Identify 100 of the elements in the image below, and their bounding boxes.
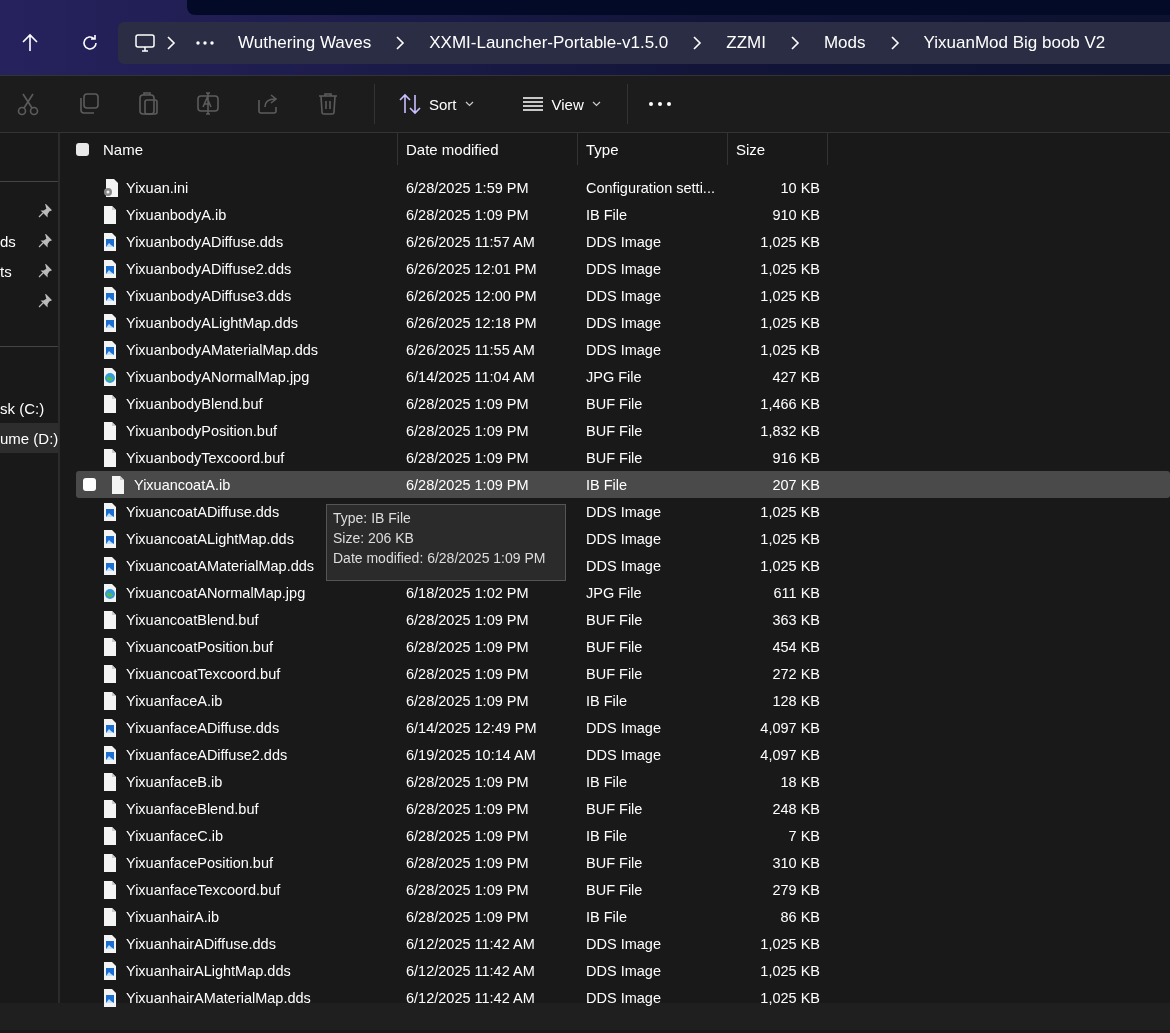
sidebar-item[interactable]: ds	[0, 226, 58, 256]
file-type: Configuration setti...	[586, 179, 715, 196]
row-checkbox[interactable]	[83, 478, 96, 491]
sidebar-item[interactable]: ts	[0, 256, 58, 286]
tooltip-line: Type: IB File	[333, 509, 412, 528]
file-name[interactable]: YixuanfaceTexcoord.buf	[126, 881, 281, 898]
file-size: 916 KB	[772, 449, 820, 466]
trash-icon	[316, 91, 340, 117]
file-name[interactable]: YixuanhairADiffuse.dds	[126, 935, 276, 952]
file-type: BUF File	[586, 665, 643, 682]
image-file-icon	[102, 960, 118, 981]
modified-date: 6/28/2025 1:09 PM	[406, 773, 529, 790]
file-size: 18 KB	[780, 773, 820, 790]
column-header[interactable]: Date modified	[406, 140, 499, 158]
file-name[interactable]: YixuanbodyANormalMap.jpg	[126, 368, 310, 385]
column-header[interactable]: Size	[736, 140, 766, 158]
sort-button[interactable]: Sort	[391, 87, 482, 121]
file-name[interactable]: YixuanfaceB.ib	[126, 773, 223, 790]
sidebar-item[interactable]: ume (D:)	[0, 423, 58, 453]
file-icon	[102, 825, 118, 846]
image-file-icon	[102, 285, 118, 306]
file-name[interactable]: YixuanbodyAMaterialMap.dds	[126, 341, 319, 358]
select-all-checkbox[interactable]	[76, 142, 89, 156]
file-type: IB File	[586, 692, 628, 709]
file-name[interactable]: YixuancoatPosition.buf	[126, 638, 273, 655]
up-button[interactable]	[20, 33, 40, 53]
file-type: DDS Image	[586, 233, 661, 250]
file-name[interactable]: YixuanfaceADiffuse2.dds	[126, 746, 288, 763]
file-size: 1,025 KB	[760, 503, 820, 520]
file-size: 1,025 KB	[760, 341, 820, 358]
image-file-icon	[102, 987, 118, 1008]
file-name[interactable]: Yixuan.ini	[126, 179, 189, 196]
more-icon[interactable]	[196, 41, 214, 45]
file-name[interactable]: YixuanbodyPosition.buf	[126, 422, 277, 439]
file-type: DDS Image	[586, 935, 661, 952]
file-size: 279 KB	[772, 881, 820, 898]
file-size: 4,097 KB	[760, 746, 820, 763]
photo-file-icon	[102, 366, 118, 387]
file-icon	[102, 771, 118, 792]
file-type: BUF File	[586, 611, 643, 628]
tooltip-line: Size: 206 KB	[333, 529, 415, 548]
file-name[interactable]: YixuanbodyADiffuse.dds	[126, 233, 284, 250]
column-header[interactable]: Name	[103, 140, 143, 158]
breadcrumb[interactable]: Mods	[809, 33, 880, 53]
file-type: DDS Image	[586, 962, 661, 979]
computer-icon[interactable]	[134, 32, 156, 54]
file-name[interactable]: YixuancoatAMaterialMap.dds	[126, 557, 315, 574]
file-name[interactable]: YixuancoatALightMap.dds	[126, 530, 294, 547]
sort-icon	[399, 93, 421, 115]
modified-date: 6/28/2025 1:09 PM	[406, 206, 529, 223]
sidebar-item[interactable]: sk (C:)	[0, 393, 58, 423]
file-name[interactable]: YixuanbodyALightMap.dds	[126, 314, 298, 331]
file-name[interactable]: YixuanfaceBlend.buf	[126, 800, 259, 817]
image-file-icon	[102, 231, 118, 252]
file-size: 1,832 KB	[760, 422, 820, 439]
file-name[interactable]: YixuancoatBlend.buf	[126, 611, 259, 628]
chevron-icon	[889, 36, 900, 50]
file-name[interactable]: YixuanfaceC.ib	[126, 827, 223, 844]
file-size: 7 KB	[788, 827, 820, 844]
file-name[interactable]: YixuanhairA.ib	[126, 908, 219, 925]
file-icon	[102, 852, 118, 873]
selected-file-row[interactable]: YixuancoatA.ib 6/28/2025 1:09 PM IB File 207 KB	[76, 471, 1170, 498]
file-name[interactable]: YixuanhairALightMap.dds	[126, 962, 291, 979]
caret-icon	[464, 101, 474, 107]
breadcrumb[interactable]: XXMI-Launcher-Portable-v1.5.0	[415, 33, 683, 53]
modified-date: 6/28/2025 1:09 PM	[406, 692, 529, 709]
up-arrow-icon	[20, 33, 40, 53]
photo-file-icon	[102, 582, 118, 603]
modified-date: 6/28/2025 1:09 PM	[406, 395, 529, 412]
modified-date: 6/26/2025 12:18 PM	[406, 314, 537, 331]
file-size: 1,025 KB	[760, 530, 820, 547]
breadcrumb[interactable]: YixuanMod Big boob V2	[909, 33, 1120, 53]
file-name[interactable]: YixuanbodyBlend.buf	[126, 395, 263, 412]
file-name[interactable]: YixuanfaceADiffuse.dds	[126, 719, 280, 736]
image-file-icon	[102, 744, 118, 765]
file-name[interactable]: YixuancoatANormalMap.jpg	[126, 584, 306, 601]
file-type: IB File	[586, 476, 628, 493]
modified-date: 6/28/2025 1:09 PM	[406, 449, 529, 466]
file-icon	[102, 204, 118, 225]
view-button[interactable]: View	[513, 89, 609, 119]
file-name[interactable]: YixuanfacePosition.buf	[126, 854, 273, 871]
refresh-button[interactable]	[80, 33, 100, 53]
column-header[interactable]: Type	[586, 140, 619, 158]
modified-date: 6/28/2025 1:09 PM	[406, 422, 529, 439]
chevron-icon	[166, 36, 176, 50]
settings-file-icon	[102, 177, 118, 198]
file-name[interactable]: YixuanbodyADiffuse3.dds	[126, 287, 292, 304]
breadcrumb[interactable]: ZZMI	[712, 33, 780, 53]
image-file-icon	[102, 258, 118, 279]
file-name[interactable]: YixuancoatADiffuse.dds	[126, 503, 280, 520]
breadcrumb[interactable]: Wuthering Waves	[224, 33, 386, 53]
file-name[interactable]: YixuanbodyTexcoord.buf	[126, 449, 285, 466]
modified-date: 6/26/2025 12:00 PM	[406, 287, 537, 304]
file-name[interactable]: YixuanfaceA.ib	[126, 692, 223, 709]
file-name[interactable]: YixuanbodyADiffuse2.dds	[126, 260, 292, 277]
share-icon	[256, 91, 280, 117]
file-name[interactable]: YixuancoatTexcoord.buf	[126, 665, 281, 682]
file-name[interactable]: YixuanbodyA.ib	[126, 206, 227, 223]
address-bar[interactable]: Wuthering Waves XXMI-Launcher-Portable-v1.5.0 ZZMI Mods YixuanMod Big boob V2	[118, 22, 1170, 64]
file-name[interactable]: YixuanhairAMaterialMap.dds	[126, 989, 311, 1006]
